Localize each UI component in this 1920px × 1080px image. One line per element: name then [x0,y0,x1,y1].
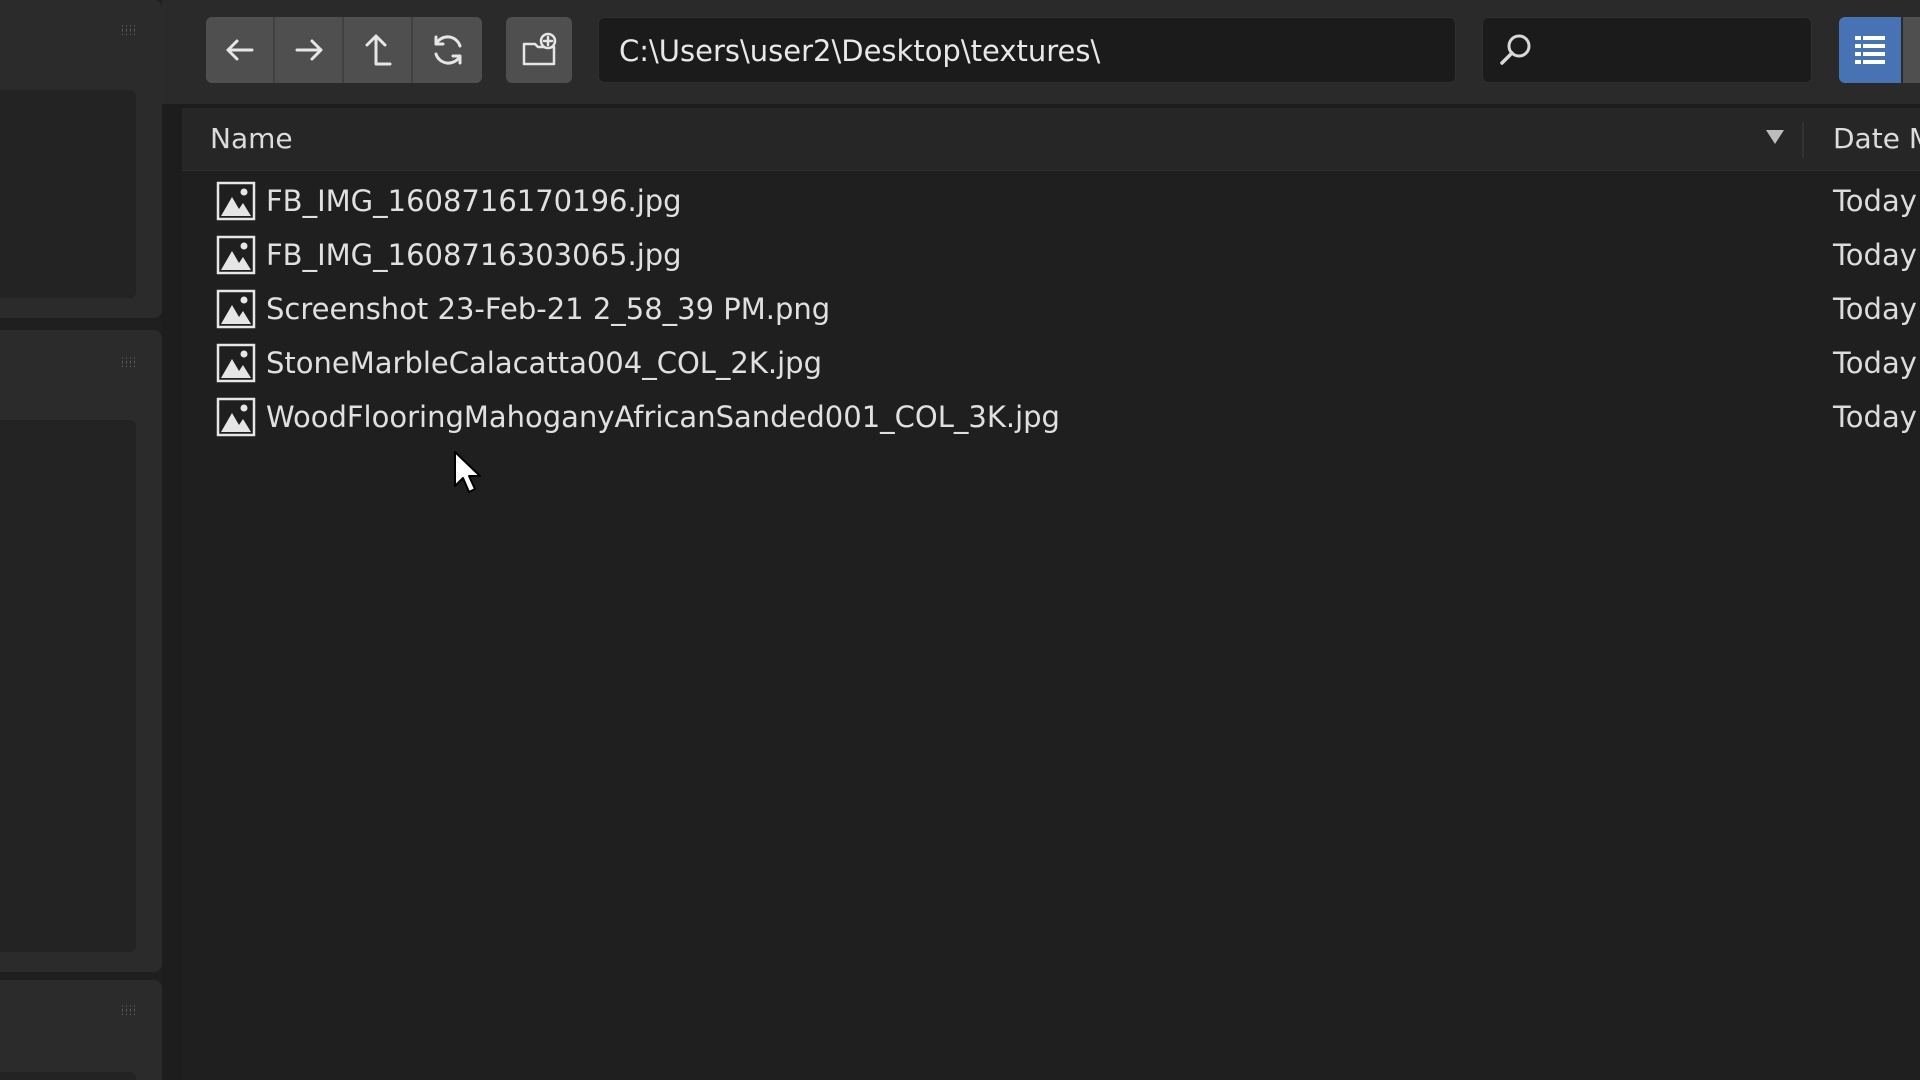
file-date: Today [1833,238,1917,272]
refresh-button[interactable] [413,17,482,83]
search-input[interactable] [1482,17,1812,83]
list-view-toggle[interactable] [1839,17,1901,83]
new-directory-button[interactable] [506,17,572,83]
file-date: Today [1833,184,1917,218]
image-file-icon [216,343,256,383]
list-view-icon [1855,36,1885,64]
panel-drag-handle-icon[interactable]: :::::::: [114,24,144,38]
file-name: Screenshot 23-Feb-21 2_58_39 PM.png [266,292,831,326]
sidebar-panel-bookmarks: :::::::: [0,0,162,318]
sidebar-panel-system: :::::::: [0,330,162,972]
file-list-header: Name Date M [182,108,1920,171]
image-file-icon [216,181,256,221]
sidebar-panel-content [0,1072,136,1080]
directory-path-input[interactable]: C:\Users\user2\Desktop\textures\ [598,17,1456,83]
file-list-area: Name Date M FB_IMG_1608716170196.jpg Tod… [182,108,1920,1080]
file-name: FB_IMG_1608716303065.jpg [266,238,682,272]
file-row[interactable]: FB_IMG_1608716303065.jpg Today [182,228,1920,282]
column-header-name[interactable]: Name [210,108,293,170]
parent-directory-button[interactable] [344,17,413,83]
image-file-icon [216,235,256,275]
panel-drag-handle-icon[interactable]: :::::::: [114,356,144,370]
new-directory-button-group [506,17,572,83]
file-date: Today [1833,292,1917,326]
file-row[interactable]: Screenshot 23-Feb-21 2_58_39 PM.png Toda… [182,282,1920,336]
column-separator[interactable] [1802,122,1804,158]
file-date: Today [1833,400,1917,434]
search-icon [1500,34,1531,65]
new-folder-icon [522,32,557,66]
file-row[interactable]: StoneMarbleCalacatta004_COL_2K.jpg Today [182,336,1920,390]
file-name: WoodFlooringMahoganyAfricanSanded001_COL… [266,400,1060,434]
refresh-icon [434,35,461,65]
file-row[interactable]: WoodFlooringMahoganyAfricanSanded001_COL… [182,390,1920,444]
panel-drag-handle-icon[interactable]: :::::::: [114,1004,144,1018]
file-name: FB_IMG_1608716170196.jpg [266,184,682,218]
forward-button[interactable] [275,17,344,83]
file-row[interactable]: FB_IMG_1608716170196.jpg Today [182,174,1920,228]
sort-descending-icon[interactable] [1766,130,1784,144]
image-file-icon [216,397,256,437]
file-name: StoneMarbleCalacatta004_COL_2K.jpg [266,346,822,380]
navigation-button-group [206,17,482,83]
file-date: Today [1833,346,1917,380]
arrow-right-icon [295,39,322,61]
file-browser-window: :::::::: :::::::: :::::::: C:\Users\user… [0,0,1920,1080]
sidebar-panel-content [0,420,136,952]
sidebar-panel-recent: :::::::: [0,980,162,1080]
back-button[interactable] [206,17,275,83]
thumbnail-view-toggle[interactable] [1903,17,1920,83]
image-file-icon [216,289,256,329]
arrow-up-icon [365,34,391,66]
file-list: FB_IMG_1608716170196.jpg Today FB_IMG_16… [182,174,1920,444]
column-header-date-modified[interactable]: Date M [1833,108,1920,170]
sidebar: :::::::: :::::::: :::::::: [0,0,162,1080]
mouse-cursor-icon [454,451,481,493]
arrow-left-icon [226,39,253,61]
toolbar: C:\Users\user2\Desktop\textures\ [162,0,1920,104]
sidebar-panel-content [0,90,136,298]
